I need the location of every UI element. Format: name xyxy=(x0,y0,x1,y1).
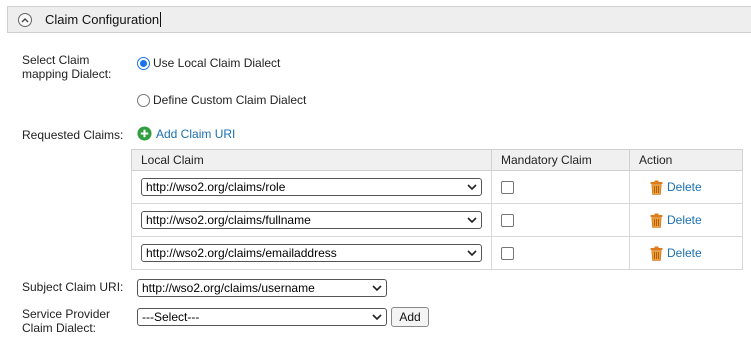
radio-label-local: Use Local Claim Dialect xyxy=(153,56,281,70)
requested-claims-table: Local Claim Mandatory Claim Action http:… xyxy=(131,149,743,270)
radio-label-custom: Define Custom Claim Dialect xyxy=(153,93,307,107)
chevron-down-icon xyxy=(467,184,477,191)
local-claim-select[interactable]: http://wso2.org/claims/role xyxy=(141,178,482,196)
trash-icon xyxy=(650,180,663,195)
requested-claims-label: Requested Claims: xyxy=(22,128,124,142)
delete-label: Delete xyxy=(667,180,702,194)
mandatory-checkbox[interactable] xyxy=(501,246,514,260)
delete-label: Delete xyxy=(667,213,702,227)
table-header-row: Local Claim Mandatory Claim Action xyxy=(131,149,743,171)
subject-claim-uri-label: Subject Claim URI: xyxy=(22,280,124,294)
local-claim-select-value: http://wso2.org/claims/fullname xyxy=(146,213,311,227)
delete-button[interactable]: Delete xyxy=(650,213,733,228)
local-claim-select-value: http://wso2.org/claims/role xyxy=(146,180,286,194)
collapse-chevron-up-icon[interactable] xyxy=(18,12,32,27)
column-action: Action xyxy=(629,149,743,171)
subject-claim-uri-select[interactable]: http://wso2.org/claims/username xyxy=(137,279,387,297)
dialect-label-line2: mapping Dialect: xyxy=(22,67,112,81)
radio-button-unchecked[interactable] xyxy=(137,93,150,107)
chevron-down-icon xyxy=(372,285,382,292)
claim-configuration-header[interactable]: Claim Configuration xyxy=(7,6,751,33)
trash-icon xyxy=(650,246,663,261)
chevron-down-icon xyxy=(467,250,477,257)
local-claim-select[interactable]: http://wso2.org/claims/emailaddress xyxy=(141,244,482,262)
add-claim-uri-link[interactable]: Add Claim URI xyxy=(137,126,235,141)
table-row: http://wso2.org/claims/emailaddress Dele… xyxy=(131,236,743,270)
local-claim-select[interactable]: http://wso2.org/claims/fullname xyxy=(141,211,482,229)
add-claim-uri-label: Add Claim URI xyxy=(156,126,236,141)
radio-define-custom-dialect[interactable]: Define Custom Claim Dialect xyxy=(137,93,306,107)
add-circle-icon xyxy=(137,126,152,141)
delete-label: Delete xyxy=(667,246,702,260)
chevron-down-icon xyxy=(372,314,382,321)
sp-claim-dialect-label: Service Provider Claim Dialect: xyxy=(22,307,110,335)
sp-claim-dialect-label-line1: Service Provider xyxy=(22,307,111,321)
sp-claim-dialect-value: ---Select--- xyxy=(142,310,200,324)
radio-use-local-dialect[interactable]: Use Local Claim Dialect xyxy=(137,56,280,70)
mandatory-checkbox[interactable] xyxy=(501,180,514,194)
table-row: http://wso2.org/claims/role Delete xyxy=(131,170,743,204)
delete-button[interactable]: Delete xyxy=(650,180,733,195)
dialect-label: Select Claim mapping Dialect: xyxy=(22,53,111,81)
column-mandatory-claim: Mandatory Claim xyxy=(491,149,630,171)
chevron-down-icon xyxy=(467,217,477,224)
radio-button-checked[interactable] xyxy=(137,56,150,70)
table-row: http://wso2.org/claims/fullname Delete xyxy=(131,203,743,237)
mandatory-checkbox[interactable] xyxy=(501,213,514,227)
dialect-label-line1: Select Claim xyxy=(22,53,90,67)
subject-claim-uri-value: http://wso2.org/claims/username xyxy=(142,281,315,295)
local-claim-select-value: http://wso2.org/claims/emailaddress xyxy=(146,246,337,260)
sp-claim-dialect-label-line2: Claim Dialect: xyxy=(22,321,97,335)
trash-icon xyxy=(650,213,663,228)
sp-claim-dialect-select[interactable]: ---Select--- xyxy=(137,308,387,326)
column-local-claim: Local Claim xyxy=(131,149,492,171)
add-dialect-button[interactable]: Add xyxy=(391,307,429,327)
delete-button[interactable]: Delete xyxy=(650,246,733,261)
section-title: Claim Configuration xyxy=(45,12,160,27)
